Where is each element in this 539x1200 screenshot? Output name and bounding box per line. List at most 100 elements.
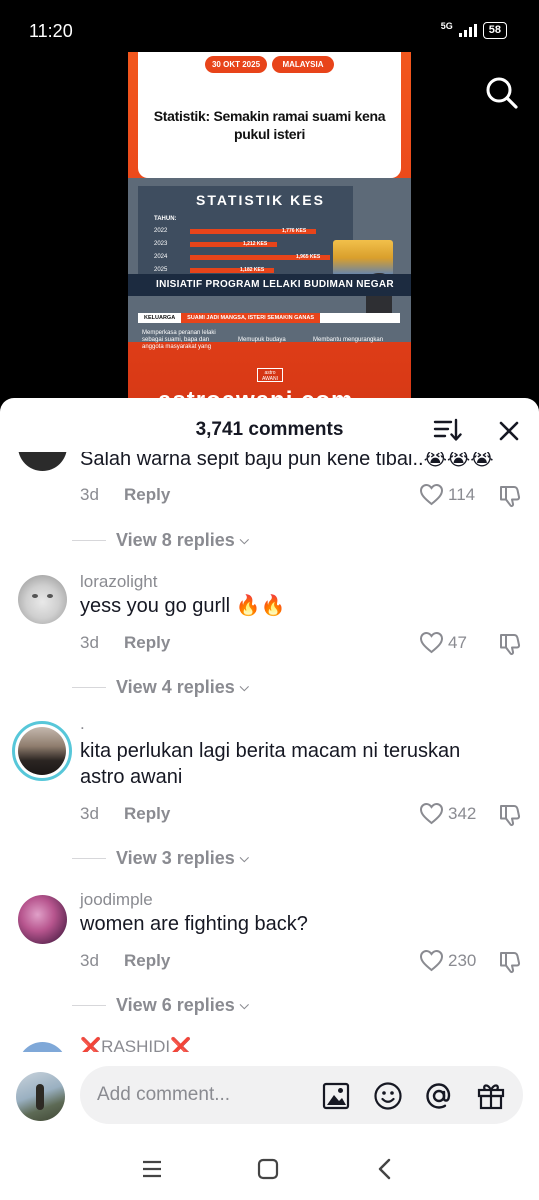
status-time: 11:20 [29, 21, 73, 41]
gift-icon[interactable] [475, 1080, 507, 1112]
initiative-points: Memperkasa peranan lelaki sebagai suami,… [128, 330, 411, 352]
initiative-point: Memupuk budaya [238, 337, 286, 343]
comment-time: 3d [80, 485, 99, 504]
comment-text: yess you go gurll 🔥🔥 [80, 595, 286, 617]
chevron-down-icon: ⌵ [239, 998, 249, 1012]
reply-button[interactable]: Reply [124, 804, 170, 824]
view-replies-label: View 8 replies [116, 530, 235, 550]
emoji-icon[interactable] [372, 1080, 404, 1112]
comment-username[interactable]: . [80, 714, 85, 734]
comment-username[interactable]: lorazolight [80, 572, 158, 592]
comment-username[interactable]: ❌RASHIDI❌ [80, 1037, 191, 1052]
chevron-down-icon: ⌵ [239, 851, 249, 865]
initiative-point: Memperkasa peranan lelaki sebagai suami,… [142, 330, 216, 350]
video-player[interactable]: 30 OKT 2025 MALAYSIA Statistik: Semakin … [128, 52, 411, 412]
comment-time: 3d [80, 804, 99, 823]
stat-year: 2024 [154, 254, 168, 260]
stat-row: 2022 1,776 KES [154, 228, 316, 234]
reply-button[interactable]: Reply [124, 485, 170, 505]
stat-row: 2025 1,182 KES [154, 267, 274, 273]
reply-button[interactable]: Reply [124, 633, 170, 653]
mention-icon[interactable] [423, 1080, 455, 1112]
comment-time: 3d [80, 951, 99, 970]
status-icons: 5G 58 [441, 22, 507, 39]
battery-icon: 58 [482, 22, 507, 39]
dislike-icon[interactable] [497, 802, 523, 828]
program-banner: INISIATIF PROGRAM LELAKI BUDIMAN NEGAR [128, 274, 411, 296]
avatar[interactable] [18, 575, 67, 624]
avatar[interactable] [16, 1072, 65, 1121]
comment-item: lorazolight yess you go gurll 🔥🔥 3d Repl… [0, 570, 539, 720]
stat-year: 2025 [154, 267, 168, 273]
comment-input[interactable]: Add comment... [80, 1066, 523, 1124]
close-icon[interactable] [496, 418, 522, 444]
like-count: 47 [448, 632, 467, 652]
system-nav-bar [0, 1140, 539, 1200]
board-title: STATISTIK KES [196, 192, 325, 208]
tahun-label: TAHUN: [154, 216, 177, 222]
dislike-icon[interactable] [497, 949, 523, 975]
home-icon[interactable] [255, 1156, 281, 1182]
comments-header: 3,741 comments [0, 398, 539, 452]
view-replies-button[interactable]: View 3 replies ⌵ [72, 848, 249, 869]
comment-text: women are fighting back? [80, 913, 308, 935]
like-count: 114 [448, 484, 476, 504]
stat-year: 2023 [154, 241, 168, 247]
initiative-point: Membantu mengurangkan [313, 337, 384, 343]
comment-meta: 3d Reply [80, 951, 170, 971]
ticker-headline: SUAMI JADI MANGSA, ISTERI SEMAKIN GANAS [181, 313, 320, 323]
view-replies-button[interactable]: View 4 replies ⌵ [72, 677, 249, 698]
comment-username[interactable]: joodimple [80, 890, 153, 910]
comment-input-bar: Add comment... [0, 1052, 539, 1140]
network-type: 5G [440, 21, 453, 31]
stat-value: 1,776 KES [282, 228, 307, 234]
avatar[interactable] [18, 452, 67, 471]
comment-time: 3d [80, 633, 99, 652]
avatar[interactable] [12, 721, 72, 781]
stat-row: 2023 1,212 KES [154, 241, 277, 247]
like-button[interactable]: 47 [419, 631, 467, 654]
chevron-down-icon: ⌵ [239, 680, 249, 694]
dislike-icon[interactable] [497, 483, 523, 509]
view-replies-button[interactable]: View 8 replies ⌵ [72, 530, 249, 551]
comment-meta: 3d Reply [80, 633, 170, 653]
avatar[interactable] [18, 1042, 67, 1052]
stat-year: 2022 [154, 228, 168, 234]
signal-icon [458, 24, 477, 37]
comments-sheet: 3,741 comments Salah warna sepit baju pu… [0, 398, 539, 1200]
astro-awani-logo: astro AWANI [257, 368, 283, 382]
search-icon[interactable] [482, 73, 522, 113]
country-pill: MALAYSIA [272, 56, 334, 73]
heart-icon [419, 802, 444, 825]
ticker-section: KELUARGA [144, 315, 176, 321]
chevron-down-icon: ⌵ [239, 533, 249, 547]
image-icon[interactable] [320, 1080, 352, 1112]
view-replies-button[interactable]: View 6 replies ⌵ [72, 995, 249, 1016]
view-replies-label: View 6 replies [116, 995, 235, 1015]
heart-icon [419, 949, 444, 972]
comments-list[interactable]: Salah warna sepit baju pun kene tibai..😭… [0, 452, 539, 1052]
like-button[interactable]: 342 [419, 802, 476, 825]
heart-icon [419, 631, 444, 654]
recents-icon[interactable] [139, 1156, 165, 1182]
comment-meta: 3d Reply [80, 804, 170, 824]
video-headline: Statistik: Semakin ramai suami kena puku… [153, 108, 386, 142]
comment-item: joodimple women are fighting back? 3d Re… [0, 888, 539, 1038]
like-button[interactable]: 230 [419, 949, 476, 972]
date-pill: 30 OKT 2025 [205, 56, 267, 73]
like-button[interactable]: 114 [419, 483, 475, 506]
view-replies-label: View 4 replies [116, 677, 235, 697]
back-icon[interactable] [372, 1156, 398, 1182]
stat-value: 1,182 KES [240, 267, 265, 273]
dislike-icon[interactable] [497, 631, 523, 657]
comment-item: . kita perlukan lagi berita macam ni ter… [0, 714, 539, 896]
like-count: 230 [448, 950, 477, 970]
sort-icon[interactable] [432, 416, 462, 444]
heart-icon [419, 483, 444, 506]
comment-item: Salah warna sepit baju pun kene tibai..😭… [0, 452, 539, 572]
comment-text: Salah warna sepit baju pun kene tibai..😭… [80, 452, 494, 470]
document-stack [333, 240, 393, 276]
reply-button[interactable]: Reply [124, 951, 170, 971]
comment-item: ❌RASHIDI❌ [0, 1035, 539, 1052]
avatar[interactable] [18, 895, 67, 944]
